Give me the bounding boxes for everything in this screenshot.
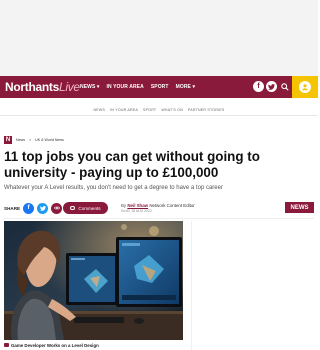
logo-text-main: Northants — [5, 80, 59, 94]
author-name[interactable]: Neil Shaw — [127, 203, 148, 208]
subnav-sport[interactable]: SPORT — [143, 108, 156, 112]
comments-button[interactable]: Comments — [63, 202, 108, 214]
site-header: Northants Live NEWS ▾ IN YOUR AREA SPORT … — [0, 76, 318, 98]
brand-mark-icon: N — [4, 136, 12, 144]
divider — [4, 218, 314, 219]
link-share-icon[interactable] — [51, 202, 63, 214]
comment-icon — [70, 206, 76, 210]
search-icon[interactable] — [279, 81, 291, 93]
sidebar-divider — [191, 221, 192, 350]
facebook-icon[interactable]: f — [253, 81, 264, 92]
image-caption-text: Game Developer Works on a Level Design — [11, 342, 99, 348]
author-by: By — [121, 203, 127, 208]
author-role: Network Content Editor — [149, 203, 195, 208]
twitter-share-icon[interactable] — [37, 202, 49, 214]
user-icon — [299, 81, 311, 93]
logo-text-live: Live — [58, 80, 80, 94]
account-button[interactable] — [292, 76, 318, 98]
nav-in-your-area[interactable]: IN YOUR AREA — [107, 84, 144, 90]
breadcrumb: N News > UK & World News — [4, 136, 64, 144]
image-caption: Game Developer Works on a Level Design — [4, 341, 99, 349]
article-date: 04:00, 18 AUG 2022 — [121, 209, 152, 213]
subnav-in-your-area[interactable]: IN YOUR AREA — [110, 108, 138, 112]
nav-news[interactable]: NEWS ▾ — [80, 84, 100, 90]
sub-navigation: NEWS IN YOUR AREA SPORT WHAT'S ON PARTNE… — [0, 104, 318, 116]
twitter-icon[interactable] — [266, 81, 277, 92]
breadcrumb-news[interactable]: News — [16, 138, 25, 142]
author-byline: By Neil Shaw Network Content Editor — [121, 203, 195, 208]
article-standfirst: Whatever your A Level results, you don't… — [4, 185, 223, 191]
header-social: f — [253, 81, 277, 92]
camera-icon — [4, 343, 9, 347]
news-tag[interactable]: NEWS — [285, 202, 314, 213]
share-bar: SHARE f — [4, 200, 65, 216]
advertisement-space — [0, 0, 318, 76]
subnav-whats-on[interactable]: WHAT'S ON — [161, 108, 183, 112]
site-logo[interactable]: Northants Live — [5, 79, 80, 95]
breadcrumb-separator: > — [29, 138, 32, 142]
subnav-partner-stories[interactable]: PARTNER STORIES — [188, 108, 225, 112]
comments-label: Comments — [78, 205, 101, 211]
share-label: SHARE — [4, 205, 21, 211]
nav-more[interactable]: MORE ▾ — [176, 84, 196, 90]
facebook-share-icon[interactable]: f — [23, 202, 35, 214]
hero-image[interactable] — [4, 221, 183, 340]
breadcrumb-uk-world-news[interactable]: UK & World News — [35, 138, 64, 142]
article-headline: 11 top jobs you can get without going to… — [4, 149, 260, 180]
main-nav: NEWS ▾ IN YOUR AREA SPORT MORE ▾ — [80, 76, 195, 98]
subnav-news[interactable]: NEWS — [94, 108, 106, 112]
nav-sport[interactable]: SPORT — [151, 84, 169, 90]
